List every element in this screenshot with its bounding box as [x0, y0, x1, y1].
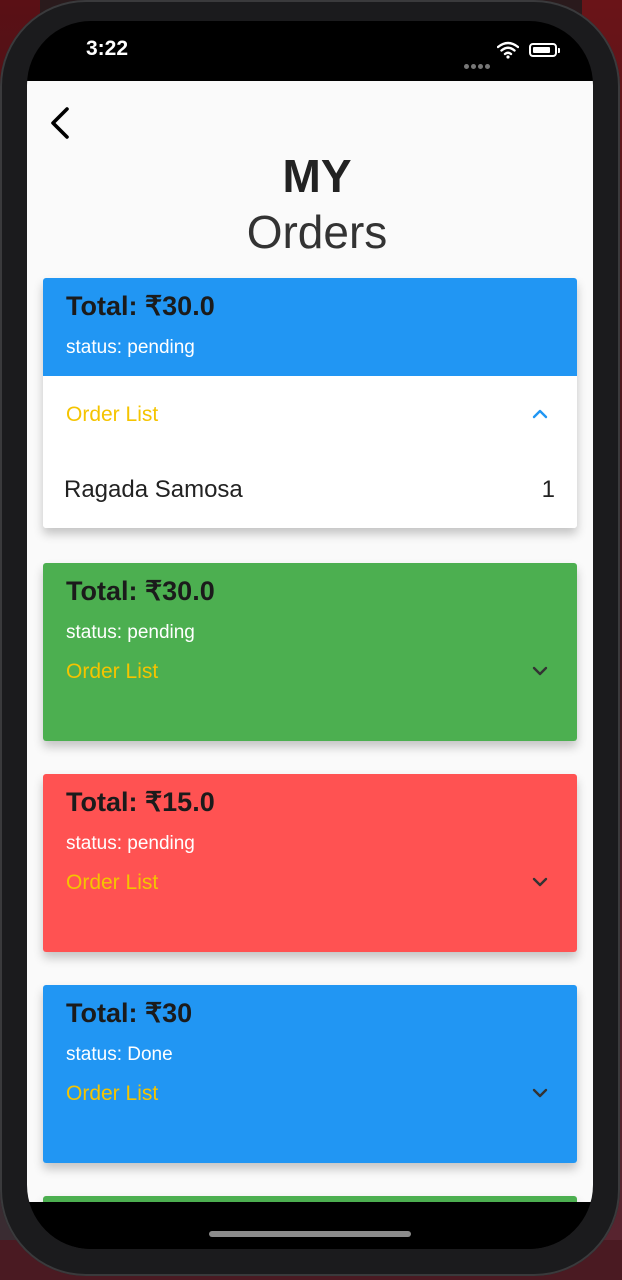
- chevron-down-icon: [532, 877, 548, 887]
- order-list-toggle[interactable]: Order List: [43, 660, 577, 741]
- status-time: 3:22: [85, 37, 129, 60]
- app-content: MY Orders Total: ₹30.0 status: pending O…: [27, 81, 593, 1202]
- home-indicator[interactable]: [209, 1231, 411, 1237]
- cellular-signal-icon: [464, 54, 492, 73]
- order-card-header: Total: ₹30 status: Done: [43, 985, 577, 1083]
- order-list-label: Order List: [66, 403, 159, 426]
- phone-screen: 3:22 MY Orders Total: ₹30.0 status: pend…: [27, 21, 593, 1249]
- order-list-toggle[interactable]: Order List: [43, 376, 577, 456]
- order-status: status: pending: [66, 622, 195, 643]
- phone-frame: 3:22 MY Orders Total: ₹30.0 status: pend…: [0, 0, 620, 1276]
- chevron-down-icon: [532, 666, 548, 676]
- order-status: status: Done: [66, 1044, 173, 1065]
- order-total: Total: ₹15.0: [66, 787, 215, 817]
- order-item-name: Ragada Samosa: [64, 476, 243, 503]
- order-list-toggle[interactable]: Order List: [43, 871, 577, 952]
- order-list-label: Order List: [66, 871, 159, 894]
- order-total: Total: ₹30.0: [66, 576, 215, 606]
- page-title: Orders: [246, 206, 388, 258]
- order-list-label: Order List: [66, 660, 159, 683]
- order-total: Total: ₹30: [66, 998, 193, 1028]
- order-total: Total: ₹30.0: [66, 291, 215, 321]
- chevron-down-icon: [532, 1088, 548, 1098]
- order-item-row: Ragada Samosa 1: [43, 456, 577, 528]
- back-button[interactable]: [47, 103, 77, 143]
- order-card: Total: ₹30 status: Done Order List: [43, 985, 577, 1163]
- order-card-header: Total: ₹30.0 status: pending: [43, 563, 577, 661]
- order-card-header: Total: ₹15.0 status: pending: [43, 774, 577, 872]
- order-card: Total: ₹15.0 status: pending Order List: [43, 774, 577, 952]
- order-status: status: pending: [66, 833, 195, 854]
- battery-icon: [529, 43, 560, 57]
- home-indicator-area: [27, 1202, 593, 1249]
- order-item-quantity: 1: [541, 476, 555, 503]
- order-list-toggle[interactable]: Order List: [43, 1082, 577, 1163]
- order-list-label: Order List: [66, 1082, 159, 1105]
- back-arrow-icon: [51, 107, 69, 139]
- order-card: Total: ₹30.0 status: pending Order List …: [43, 278, 577, 528]
- page-title-bold: MY: [282, 150, 352, 202]
- chevron-up-icon: [532, 409, 548, 419]
- order-card: Total: ₹30.0 status: pending Order List: [43, 563, 577, 741]
- wifi-icon: [497, 41, 519, 59]
- order-status: status: pending: [66, 337, 195, 358]
- order-card-header: Total: ₹30.0 status: pending: [43, 278, 577, 376]
- notch: [167, 21, 453, 61]
